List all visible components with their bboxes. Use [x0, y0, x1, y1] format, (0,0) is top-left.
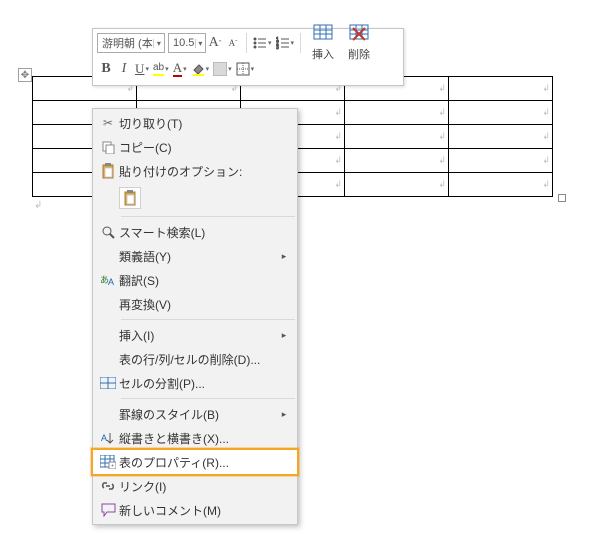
- separator: [300, 33, 301, 53]
- bold-button[interactable]: B: [97, 59, 115, 79]
- menu-cut[interactable]: ✂ 切り取り(T): [93, 111, 297, 135]
- paint-bucket-icon: [191, 62, 205, 76]
- menu-translate-label: 翻訳(S): [119, 272, 279, 289]
- table-resize-handle[interactable]: [558, 194, 566, 202]
- menu-link[interactable]: リンク(I): [93, 474, 297, 498]
- svg-text:3: 3: [276, 45, 279, 50]
- menu-insert-label: 挿入(I): [119, 327, 279, 344]
- menu-split-cells[interactable]: セルの分割(P)...: [93, 371, 297, 395]
- comment-icon: [97, 503, 119, 517]
- insert-label: 挿入: [312, 46, 334, 62]
- font-size-value: 10.5: [169, 37, 195, 49]
- translate-icon: あA: [97, 273, 119, 287]
- chevron-right-icon: ▸: [279, 409, 289, 420]
- mini-toolbar: 游明朝 (本 ▾ 10.5 ▾ Aˆ Aˇ ▾ 123 ▾: [92, 28, 404, 86]
- font-size-combo[interactable]: 10.5 ▾: [168, 33, 206, 53]
- shrink-font-button[interactable]: Aˇ: [224, 33, 242, 53]
- menu-smart-lookup-label: スマート検索(L): [119, 224, 279, 241]
- menu-translate[interactable]: あA 翻訳(S): [93, 268, 297, 292]
- grow-font-button[interactable]: Aˆ: [206, 33, 224, 53]
- menu-copy-label: コピー(C): [119, 139, 279, 156]
- menu-synonyms[interactable]: 類義語(Y) ▸: [93, 244, 297, 268]
- menu-delete-rows-cols-cells[interactable]: 表の行/列/セルの削除(D)...: [93, 347, 297, 371]
- menu-border-style[interactable]: 罫線のスタイル(B) ▸: [93, 402, 297, 426]
- menu-text-direction-label: 縦書きと横書き(X)...: [119, 430, 279, 447]
- separator: [121, 216, 295, 217]
- paste-keep-source-button[interactable]: [119, 187, 141, 209]
- menu-insert[interactable]: 挿入(I) ▸: [93, 323, 297, 347]
- menu-reconvert[interactable]: 再変換(V): [93, 292, 297, 316]
- menu-table-properties-label: 表のプロパティ(R)...: [119, 454, 279, 471]
- scissors-icon: ✂: [97, 116, 119, 130]
- table-move-handle[interactable]: ✥: [18, 68, 32, 82]
- delete-table-icon: [349, 24, 369, 44]
- menu-smart-lookup[interactable]: スマート検索(L): [93, 220, 297, 244]
- chevron-right-icon: ▸: [279, 330, 289, 341]
- svg-text:A: A: [108, 277, 114, 287]
- insert-table-icon: [313, 24, 333, 44]
- menu-copy[interactable]: コピー(C): [93, 135, 297, 159]
- menu-paste-option-row: [93, 183, 297, 213]
- delete-button[interactable]: 削除: [341, 20, 377, 66]
- table-properties-icon: [97, 455, 119, 469]
- menu-new-comment[interactable]: 新しいコメント(M): [93, 498, 297, 522]
- menu-split-cells-label: セルの分割(P)...: [119, 375, 279, 392]
- svg-text:A: A: [101, 433, 107, 443]
- font-name-value: 游明朝 (本: [98, 35, 153, 51]
- menu-border-style-label: 罫線のスタイル(B): [119, 406, 279, 423]
- split-cells-icon: [97, 377, 119, 389]
- borders-button[interactable]: ▾: [234, 59, 257, 79]
- font-name-combo[interactable]: 游明朝 (本 ▾: [97, 33, 165, 53]
- menu-reconvert-label: 再変換(V): [119, 296, 279, 313]
- menu-paste-options-header: 貼り付けのオプション:: [93, 159, 297, 183]
- menu-paste-options-label: 貼り付けのオプション:: [119, 163, 279, 180]
- insert-button[interactable]: 挿入: [305, 20, 341, 66]
- menu-delete-rcc-label: 表の行/列/セルの削除(D)...: [119, 351, 279, 368]
- menu-synonyms-label: 類義語(Y): [119, 248, 279, 265]
- menu-link-label: リンク(I): [119, 478, 279, 495]
- copy-icon: [97, 140, 119, 154]
- shading-button[interactable]: ▾: [189, 59, 212, 79]
- menu-cut-label: 切り取り(T): [119, 115, 279, 132]
- search-icon: [97, 225, 119, 239]
- font-color-button[interactable]: A▾: [171, 59, 189, 79]
- menu-text-direction[interactable]: A 縦書きと横書き(X)...: [93, 426, 297, 450]
- menu-table-properties[interactable]: 表のプロパティ(R)...: [93, 450, 297, 474]
- delete-label: 削除: [348, 46, 370, 62]
- paragraph-mark: ↲: [34, 200, 42, 211]
- text-direction-icon: A: [97, 431, 119, 445]
- chevron-down-icon[interactable]: ▾: [195, 39, 205, 48]
- borders-icon: [236, 62, 250, 76]
- italic-button[interactable]: I: [115, 59, 133, 79]
- separator: [246, 33, 247, 53]
- highlight-button[interactable]: ab▾: [151, 59, 171, 79]
- numbering-button[interactable]: 123 ▾: [274, 33, 297, 53]
- chevron-right-icon: ▸: [279, 251, 289, 262]
- separator: [121, 319, 295, 320]
- bullets-button[interactable]: ▾: [251, 33, 274, 53]
- cell-fill-button[interactable]: ▾: [211, 59, 234, 79]
- clipboard-icon: [123, 190, 137, 206]
- chevron-down-icon[interactable]: ▾: [153, 39, 164, 48]
- context-menu: ✂ 切り取り(T) コピー(C) 貼り付けのオプション: スマート検索(L) 類…: [92, 108, 298, 525]
- separator: [121, 398, 295, 399]
- clipboard-icon: [97, 163, 119, 179]
- underline-button[interactable]: U▾: [133, 59, 151, 79]
- menu-new-comment-label: 新しいコメント(M): [119, 502, 279, 519]
- link-icon: [97, 479, 119, 493]
